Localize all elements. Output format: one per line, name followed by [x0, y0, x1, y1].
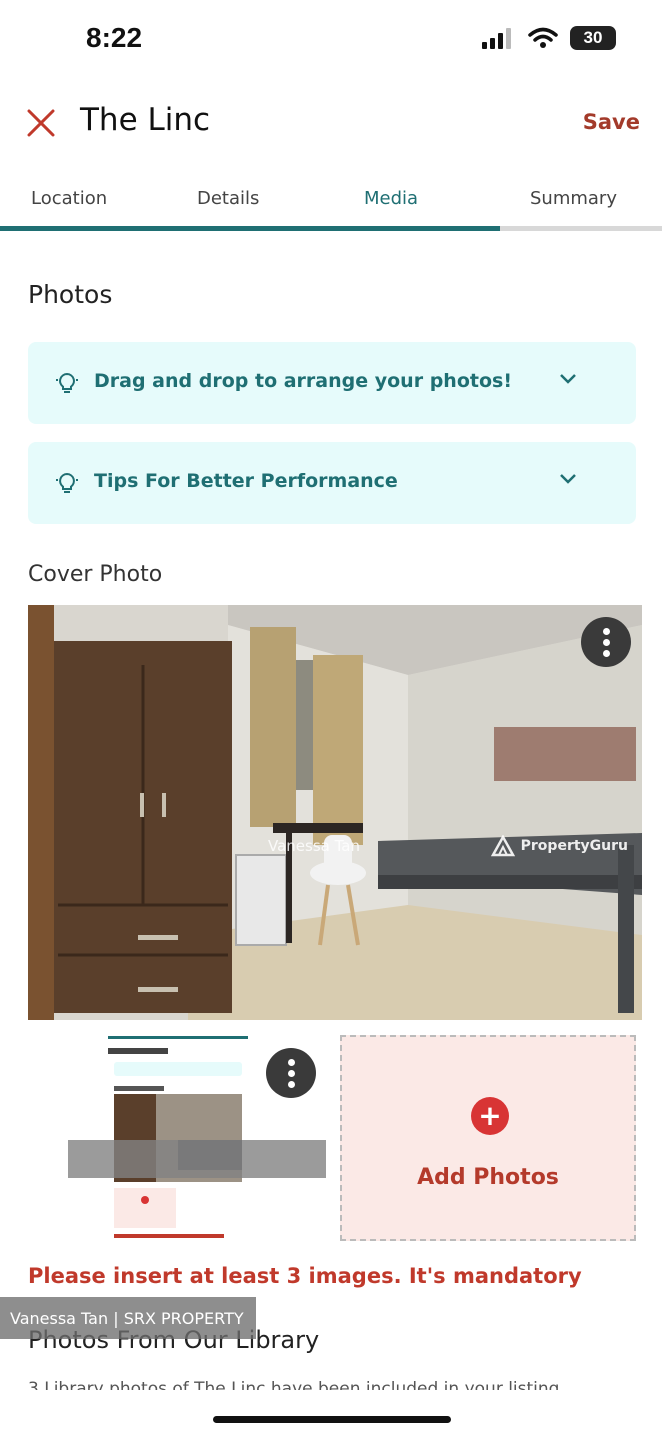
status-icons: 30 [482, 26, 616, 50]
room-photo-image [28, 605, 642, 1020]
photos-section-title: Photos [28, 280, 113, 309]
page-title: The Linc [80, 102, 211, 138]
lightbulb-icon [56, 372, 78, 393]
close-icon[interactable] [24, 106, 58, 140]
tip-label: Drag and drop to arrange your photos! [94, 370, 512, 392]
battery-icon: 30 [570, 26, 616, 50]
tip-better-performance[interactable]: Tips For Better Performance [28, 442, 636, 524]
plus-circle-icon: + [471, 1097, 509, 1135]
overlay-watermark: Vanessa Tan | SRX PROPERTY [0, 1297, 256, 1339]
chevron-down-icon [560, 374, 576, 384]
lightbulb-icon [56, 472, 78, 493]
more-vertical-icon [287, 1057, 295, 1090]
tip-label: Tips For Better Performance [94, 470, 398, 492]
cover-photo-label: Cover Photo [28, 562, 163, 587]
library-description: 3 Library photos of The Linc have been i… [28, 1379, 560, 1390]
status-bar: 8:22 30 [0, 0, 662, 80]
app-header: The Linc Save [0, 90, 662, 160]
tab-details[interactable]: Details [197, 188, 259, 209]
cover-photo[interactable]: Vanessa Tan PropertyGuru [28, 605, 642, 1020]
propertyguru-label: PropertyGuru [520, 838, 628, 854]
add-photos-button[interactable]: + Add Photos [340, 1035, 636, 1241]
propertyguru-watermark: PropertyGuru [490, 835, 628, 857]
home-indicator[interactable] [213, 1416, 451, 1423]
more-vertical-icon [602, 626, 610, 659]
tip-drag-drop[interactable]: Drag and drop to arrange your photos! [28, 342, 636, 424]
photo-thumbnail[interactable] [28, 1030, 328, 1245]
tab-summary[interactable]: Summary [530, 188, 617, 209]
tab-progress-bar [0, 226, 500, 231]
signal-icon [482, 28, 511, 49]
add-photos-label: Add Photos [417, 1165, 559, 1190]
photo-requirement-error: Please insert at least 3 images. It's ma… [28, 1264, 582, 1288]
cover-photo-menu-button[interactable] [581, 617, 631, 667]
status-time: 8:22 [86, 22, 143, 53]
tab-media[interactable]: Media [364, 188, 418, 209]
tab-location[interactable]: Location [31, 188, 107, 209]
step-tabs: Location Details Media Summary [0, 176, 662, 232]
chevron-down-icon [560, 474, 576, 484]
wifi-icon [528, 27, 558, 48]
cover-watermark-name: Vanessa Tan [268, 837, 360, 855]
thumbnail-menu-button[interactable] [266, 1048, 316, 1098]
propertyguru-logo-icon [490, 835, 515, 857]
save-button[interactable]: Save [583, 110, 640, 134]
